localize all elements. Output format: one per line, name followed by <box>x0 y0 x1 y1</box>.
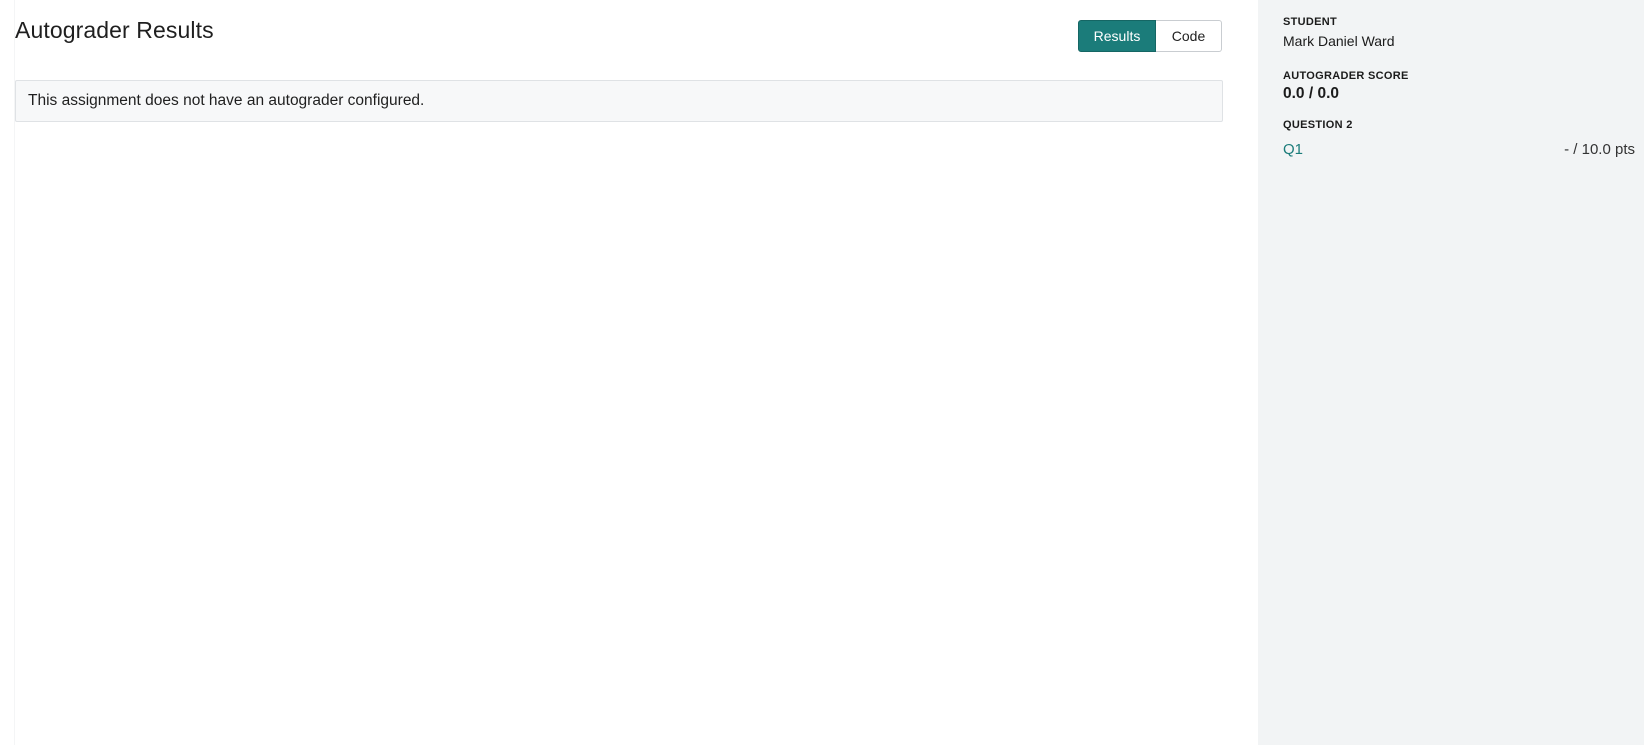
main-panel: Autograder Results Results Code This ass… <box>0 0 1258 745</box>
no-autograder-notice: This assignment does not have an autogra… <box>15 80 1223 122</box>
page-title: Autograder Results <box>15 17 214 43</box>
question-link-q1[interactable]: Q1 <box>1283 141 1303 158</box>
code-tab-button[interactable]: Code <box>1156 20 1222 52</box>
results-tab-button[interactable]: Results <box>1078 20 1156 52</box>
question-row: Q1 - / 10.0 pts <box>1283 138 1635 160</box>
view-toggle: Results Code <box>1078 20 1222 52</box>
notice-text: This assignment does not have an autogra… <box>28 92 425 109</box>
student-name: Mark Daniel Ward <box>1283 33 1395 49</box>
app-root: Autograder Results Results Code This ass… <box>0 0 1644 745</box>
autograder-score-label: AUTOGRADER SCORE <box>1283 70 1409 82</box>
question-label: QUESTION 2 <box>1283 119 1353 131</box>
submission-sidebar: STUDENT Mark Daniel Ward AUTOGRADER SCOR… <box>1258 0 1644 745</box>
student-label: STUDENT <box>1283 16 1338 28</box>
autograder-score-value: 0.0 / 0.0 <box>1283 85 1340 102</box>
question-points: - / 10.0 pts <box>1564 140 1635 158</box>
